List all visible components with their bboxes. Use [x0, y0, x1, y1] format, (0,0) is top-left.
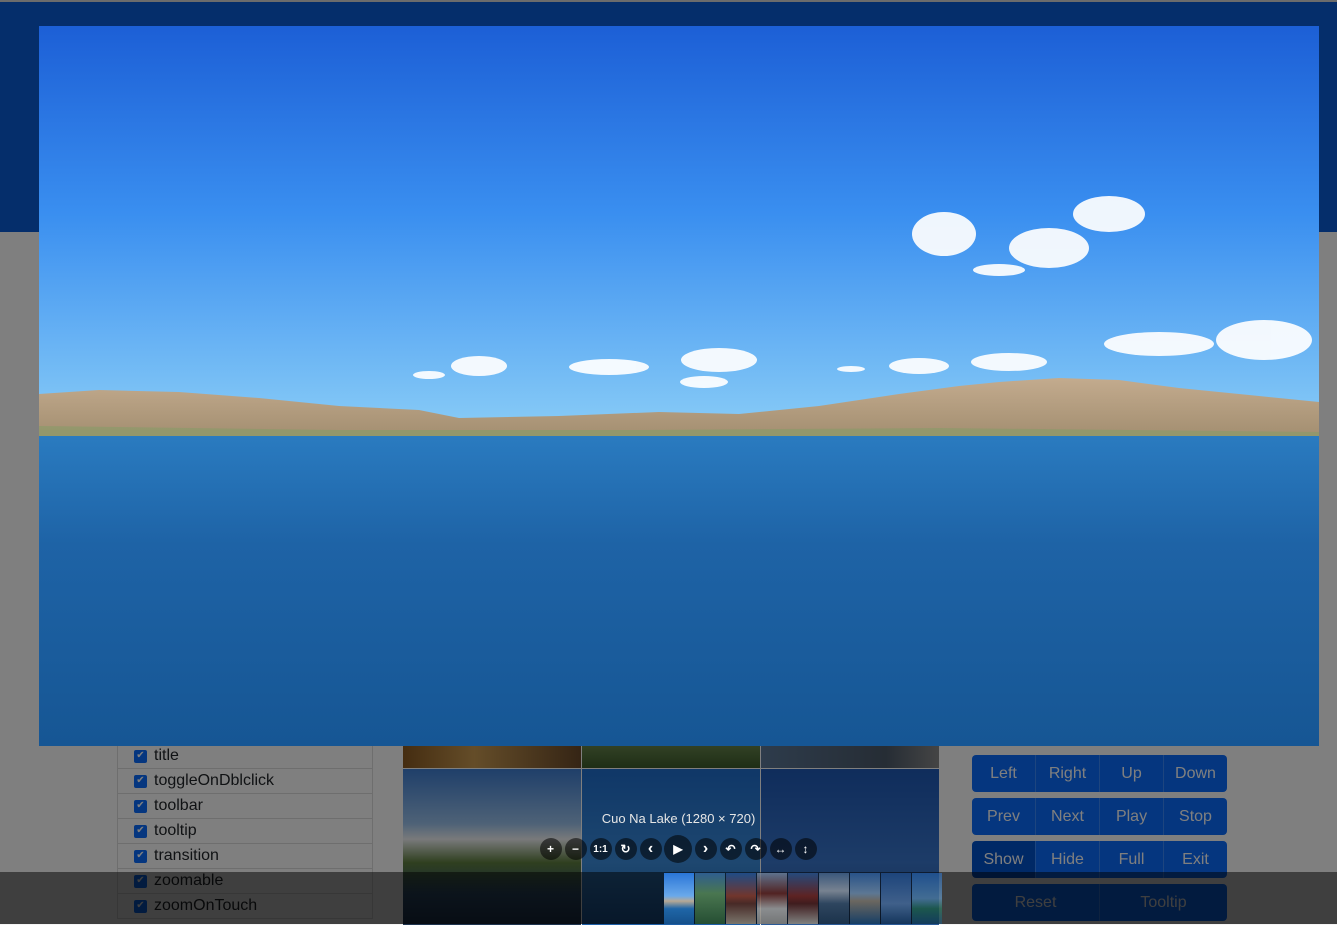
zoom-in-icon[interactable]: +	[539, 838, 562, 860]
lake-photo	[39, 26, 1319, 746]
viewer-image[interactable]	[39, 26, 1319, 746]
viewer-toolbar: + − 1:1 ↻ ‹ ▶ › ↶ ↷ ↔ ↕	[538, 835, 818, 863]
thumbnail[interactable]	[788, 873, 818, 924]
thumbnail[interactable]	[912, 873, 942, 924]
flip-horizontal-icon[interactable]: ↔	[769, 838, 792, 860]
thumbnail[interactable]	[695, 873, 725, 924]
thumbnail[interactable]	[757, 873, 787, 924]
flip-vertical-icon[interactable]: ↕	[794, 838, 817, 860]
rotate-left-icon[interactable]: ↶	[719, 838, 742, 860]
viewer-title: Cuo Na Lake (1280 × 720)	[601, 811, 756, 826]
prev-icon[interactable]: ‹	[639, 838, 662, 860]
thumbnail[interactable]	[726, 873, 756, 924]
rotate-right-icon[interactable]: ↷	[744, 838, 767, 860]
thumbnail-active[interactable]	[664, 873, 694, 924]
reset-icon[interactable]: ↻	[614, 838, 637, 860]
thumbnail[interactable]	[881, 873, 911, 924]
next-icon[interactable]: ›	[694, 838, 717, 860]
thumbnail[interactable]	[850, 873, 880, 924]
viewer-navbar	[664, 873, 943, 924]
play-icon[interactable]: ▶	[664, 835, 692, 863]
thumbnail[interactable]	[819, 873, 849, 924]
one-to-one-icon[interactable]: 1:1	[589, 838, 612, 860]
zoom-out-icon[interactable]: −	[564, 838, 587, 860]
